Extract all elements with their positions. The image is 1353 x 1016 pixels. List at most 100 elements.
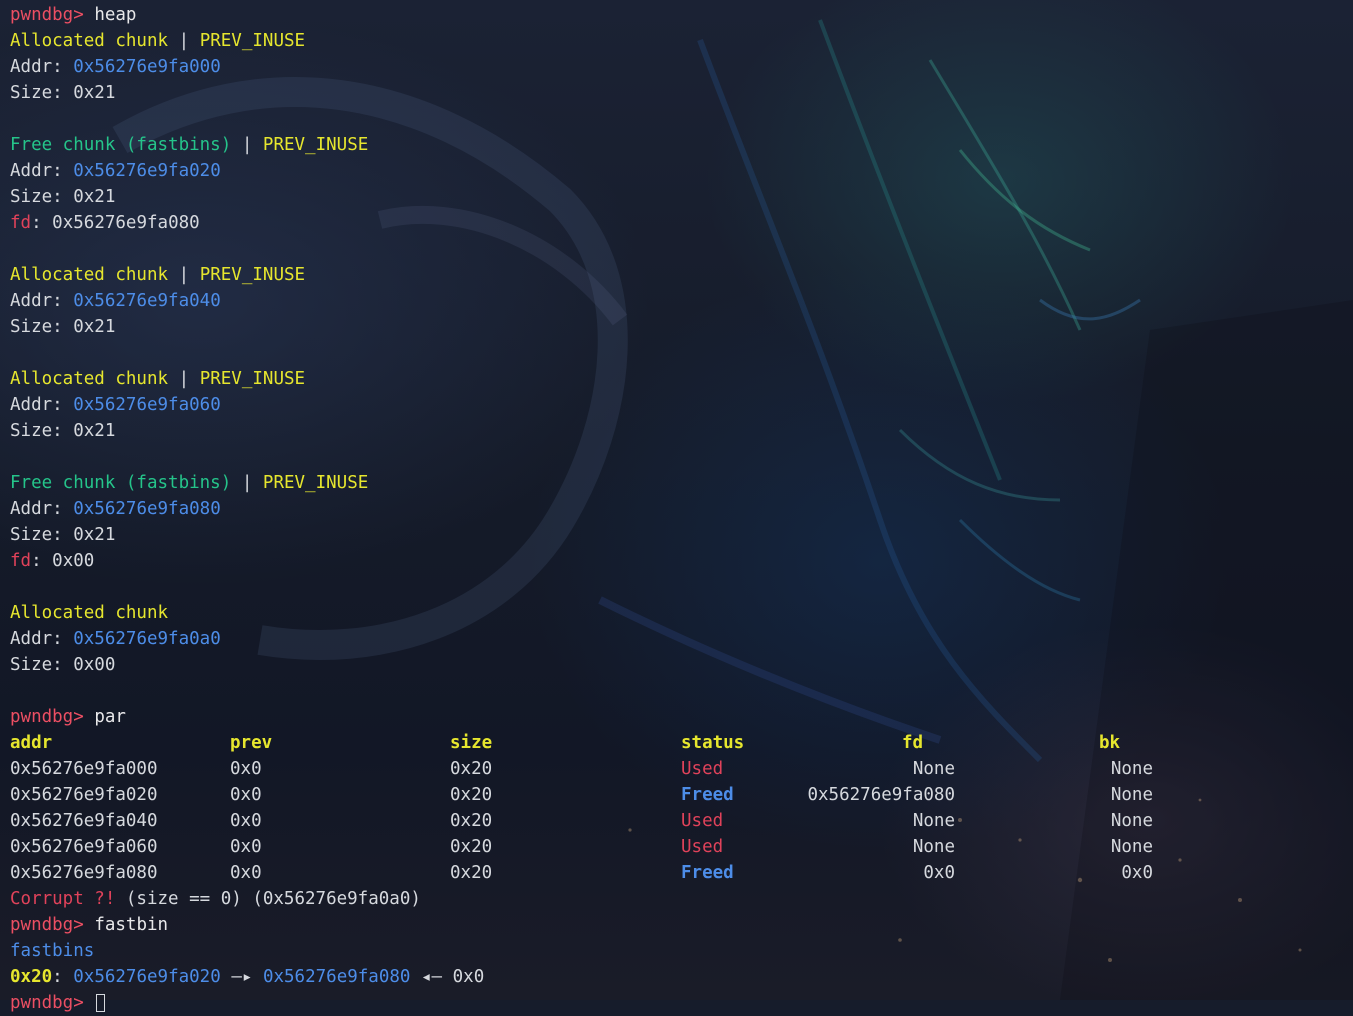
- chunk-header: Allocated chunk | PREV_INUSE: [10, 262, 1353, 288]
- prev-inuse-flag: PREV_INUSE: [199, 31, 306, 51]
- row-bk: None: [1110, 837, 1153, 857]
- row-status: Used: [681, 811, 724, 831]
- row-addr: 0x56276e9fa020: [10, 785, 158, 805]
- row-prev: 0x0: [230, 811, 262, 831]
- chunk-header: Allocated chunk | PREV_INUSE: [10, 366, 1353, 392]
- table-row: 0x56276e9fa080 0x0 0x20 Freed 0x0 0x0: [10, 860, 1353, 886]
- header-size: size: [450, 733, 493, 753]
- row-bk: None: [1110, 785, 1153, 805]
- row-prev: 0x0: [230, 837, 262, 857]
- fd-colon: :: [31, 551, 42, 571]
- chunk-addr-line: Addr: 0x56276e9fa040: [10, 288, 1353, 314]
- table-row: 0x56276e9fa000 0x0 0x20 Used None None: [10, 756, 1353, 782]
- prompt-line-heap: pwndbg> heap: [10, 2, 1353, 28]
- row-status: Used: [681, 837, 724, 857]
- fd-label: fd: [10, 213, 32, 233]
- chunk-size-line: Size: 0x21: [10, 418, 1353, 444]
- chunk-header: Allocated chunk | PREV_INUSE: [10, 28, 1353, 54]
- size-label: Size:: [10, 187, 63, 207]
- chain-arrow: —▸: [231, 967, 253, 987]
- prev-inuse-flag: PREV_INUSE: [199, 265, 306, 285]
- separator: |: [241, 473, 253, 493]
- chunk-fd: 0x56276e9fa080: [52, 213, 200, 233]
- corrupt-label: Corrupt ?!: [10, 889, 116, 909]
- chunk-fd: 0x00: [52, 551, 95, 571]
- row-size: 0x20: [450, 785, 493, 805]
- chunk-addr-line: Addr: 0x56276e9fa000: [10, 54, 1353, 80]
- chunk-size-line: Size: 0x21: [10, 80, 1353, 106]
- row-fd: None: [912, 759, 955, 779]
- prompt: pwndbg>: [10, 993, 84, 1013]
- chunk-header: Free chunk (fastbins) | PREV_INUSE: [10, 470, 1353, 496]
- fastbin-chain-line: 0x20: 0x56276e9fa020 —▸ 0x56276e9fa080 ◂…: [10, 964, 1353, 990]
- row-prev: 0x0: [230, 759, 262, 779]
- size-label: Size:: [10, 421, 63, 441]
- table-row: 0x56276e9fa040 0x0 0x20 Used None None: [10, 808, 1353, 834]
- chunk-status: Allocated chunk: [10, 31, 169, 51]
- corrupt-warning: Corrupt ?! (size == 0) (0x56276e9fa0a0): [10, 886, 1353, 912]
- chunk-fd-line: fd: 0x00: [10, 548, 1353, 574]
- fastbin-size: 0x20: [10, 967, 53, 987]
- chunk-status: Free chunk (fastbins): [10, 135, 232, 155]
- chunk-addr: 0x56276e9fa080: [73, 499, 221, 519]
- row-size: 0x20: [450, 863, 493, 883]
- fastbin-colon: :: [52, 967, 63, 987]
- command-par: par: [94, 707, 126, 727]
- fd-label: fd: [10, 551, 32, 571]
- separator: |: [178, 369, 190, 389]
- chunk-size: 0x21: [73, 317, 116, 337]
- chunk-size: 0x21: [73, 187, 116, 207]
- chunk-addr-line: Addr: 0x56276e9fa060: [10, 392, 1353, 418]
- prompt-line-current[interactable]: pwndbg>: [10, 990, 1353, 1016]
- chunk-size: 0x00: [73, 655, 116, 675]
- row-size: 0x20: [450, 759, 493, 779]
- chunk-status: Allocated chunk: [10, 369, 169, 389]
- table-row: 0x56276e9fa060 0x0 0x20 Used None None: [10, 834, 1353, 860]
- command-fastbin: fastbin: [94, 915, 169, 935]
- row-status: Used: [681, 759, 724, 779]
- row-size: 0x20: [450, 837, 493, 857]
- chunk-size: 0x21: [73, 525, 116, 545]
- row-status: Freed: [681, 785, 734, 805]
- row-addr: 0x56276e9fa000: [10, 759, 158, 779]
- addr-label: Addr:: [10, 395, 63, 415]
- chunk-header: Free chunk (fastbins) | PREV_INUSE: [10, 132, 1353, 158]
- separator: |: [178, 31, 190, 51]
- fastbins-title-line: fastbins: [10, 938, 1353, 964]
- addr-label: Addr:: [10, 291, 63, 311]
- chunk-addr: 0x56276e9fa0a0: [73, 629, 221, 649]
- prev-inuse-flag: PREV_INUSE: [262, 473, 369, 493]
- addr-label: Addr:: [10, 629, 63, 649]
- row-fd: None: [912, 837, 955, 857]
- row-prev: 0x0: [230, 785, 262, 805]
- addr-label: Addr:: [10, 499, 63, 519]
- terminal-output[interactable]: pwndbg> heap Allocated chunk | PREV_INUS…: [10, 2, 1353, 1013]
- size-label: Size:: [10, 525, 63, 545]
- header-fd: fd: [902, 733, 924, 753]
- row-prev: 0x0: [230, 863, 262, 883]
- prev-inuse-flag: PREV_INUSE: [199, 369, 306, 389]
- header-addr: addr: [10, 733, 53, 753]
- addr-label: Addr:: [10, 161, 63, 181]
- chunk-addr: 0x56276e9fa000: [73, 57, 221, 77]
- chain-end-arrow: ◂—: [421, 967, 443, 987]
- header-status: status: [681, 733, 745, 753]
- row-bk: None: [1110, 811, 1153, 831]
- size-label: Size:: [10, 317, 63, 337]
- table-row: 0x56276e9fa020 0x0 0x20 Freed 0x56276e9f…: [10, 782, 1353, 808]
- chunk-size-line: Size: 0x21: [10, 522, 1353, 548]
- chunk-size: 0x21: [73, 83, 116, 103]
- chain-end: 0x0: [452, 967, 485, 987]
- prompt: pwndbg>: [10, 5, 84, 25]
- fastbin-chain-addr: 0x56276e9fa080: [262, 967, 411, 987]
- prompt-line-par: pwndbg> par: [10, 704, 1353, 730]
- chunk-size: 0x21: [73, 421, 116, 441]
- row-fd: None: [912, 811, 955, 831]
- command-heap: heap: [94, 5, 137, 25]
- header-prev: prev: [230, 733, 273, 753]
